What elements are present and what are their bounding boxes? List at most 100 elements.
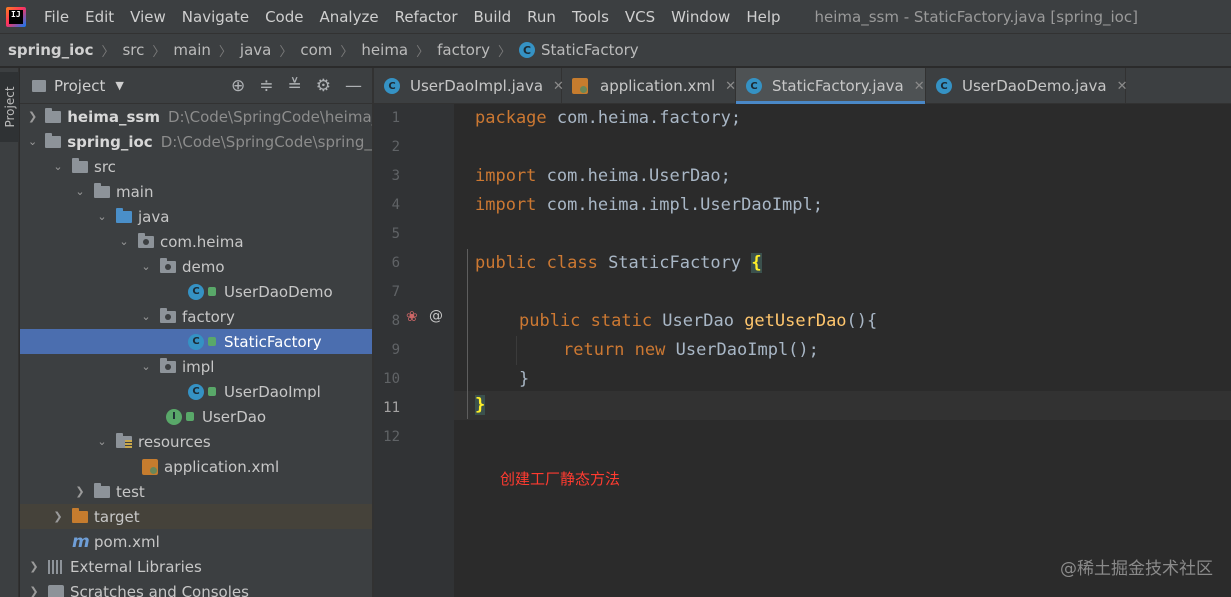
menu-refactor[interactable]: Refactor: [387, 8, 466, 26]
tree-item-label: application.xml: [164, 457, 280, 476]
tab-application-xml[interactable]: application.xml ✕: [562, 68, 736, 104]
menu-run[interactable]: Run: [519, 8, 564, 26]
chevron-down-icon[interactable]: ⌄: [118, 235, 130, 248]
chevron-right-icon[interactable]: ❯: [74, 485, 86, 498]
tree-item-pom-xml[interactable]: m pom.xml: [20, 529, 372, 554]
code-line-4: import com.heima.impl.UserDaoImpl;: [475, 191, 823, 220]
menu-analyze[interactable]: Analyze: [311, 8, 386, 26]
chevron-right-icon[interactable]: ❯: [28, 560, 40, 573]
project-panel-header: Project ▼ ⊕ ≑ ≚ ⚙ —: [20, 68, 372, 104]
tree-item-userdaodemo[interactable]: C UserDaoDemo: [20, 279, 372, 304]
collapse-all-icon[interactable]: ≚: [288, 76, 302, 96]
breadcrumb-heima[interactable]: heima: [361, 41, 408, 59]
breadcrumb-src[interactable]: src: [122, 41, 144, 59]
lock-icon: [208, 287, 216, 296]
project-tool-tab[interactable]: Project: [0, 72, 19, 142]
code-line-8: public static UserDao getUserDao(){: [519, 307, 877, 336]
breadcrumb-project[interactable]: spring_ioc: [8, 41, 93, 59]
tree-item-java[interactable]: ⌄ java: [20, 204, 372, 229]
locate-icon[interactable]: ⊕: [231, 76, 245, 96]
breadcrumb-factory[interactable]: factory: [437, 41, 490, 59]
menu-edit[interactable]: Edit: [77, 8, 122, 26]
tree-item-heima-ssm[interactable]: ❯ heima_ssm D:\Code\SpringCode\heima_: [20, 104, 372, 129]
chevron-right-icon: 〉: [497, 44, 511, 60]
tree-item-userdaoimpl[interactable]: C UserDaoImpl: [20, 379, 372, 404]
tree-item-staticfactory[interactable]: C StaticFactory: [20, 329, 372, 354]
chevron-down-icon[interactable]: ⌄: [28, 135, 37, 148]
breadcrumb-java[interactable]: java: [240, 41, 271, 59]
keyword: import: [475, 195, 547, 215]
close-icon[interactable]: ✕: [914, 79, 925, 94]
chevron-down-icon[interactable]: ⌄: [96, 435, 108, 448]
chevron-right-icon[interactable]: ❯: [52, 510, 64, 523]
menu-vcs[interactable]: VCS: [617, 8, 663, 26]
breadcrumb-staticfactory[interactable]: StaticFactory: [541, 41, 639, 59]
tree-item-com-heima[interactable]: ⌄ com.heima: [20, 229, 372, 254]
bean-icon[interactable]: ❀: [406, 309, 418, 325]
tree-item-label: resources: [138, 432, 211, 451]
project-panel-title[interactable]: Project: [54, 77, 105, 95]
menu-navigate[interactable]: Navigate: [174, 8, 257, 26]
chevron-down-icon[interactable]: ⌄: [52, 160, 64, 173]
chevron-right-icon[interactable]: ❯: [28, 110, 37, 123]
tree-item-scratches[interactable]: ❯ Scratches and Consoles: [20, 579, 372, 597]
code-text: com.heima.factory;: [556, 108, 742, 128]
spring-xml-icon: [572, 78, 588, 94]
chevron-down-icon[interactable]: ⌄: [140, 360, 152, 373]
line-number: 4: [391, 197, 400, 213]
class-icon: C: [188, 383, 204, 400]
gear-icon[interactable]: ⚙: [316, 76, 331, 96]
tree-item-label: spring_ioc: [67, 132, 153, 151]
breadcrumb-com[interactable]: com: [300, 41, 332, 59]
tab-userdaoimpl[interactable]: C UserDaoImpl.java ✕: [374, 68, 564, 104]
tree-item-target[interactable]: ❯ target: [20, 504, 372, 529]
tab-userdaodemo[interactable]: C UserDaoDemo.java ✕: [926, 68, 1128, 104]
menu-tools[interactable]: Tools: [564, 8, 617, 26]
method-name: getUserDao: [744, 311, 847, 331]
breadcrumb-main[interactable]: main: [173, 41, 210, 59]
tree-item-label: External Libraries: [70, 557, 202, 576]
line-number: 2: [391, 139, 400, 155]
excluded-folder-icon: [72, 507, 88, 523]
chevron-down-icon[interactable]: ⌄: [140, 260, 152, 273]
library-icon: [48, 559, 64, 574]
tab-staticfactory[interactable]: C StaticFactory.java ✕: [736, 68, 926, 104]
tree-item-userdao[interactable]: I UserDao: [20, 404, 372, 429]
menu-file[interactable]: File: [36, 8, 77, 26]
panel-toolbar: ⊕ ≑ ≚ ⚙ —: [231, 76, 372, 96]
tree-item-demo[interactable]: ⌄ demo: [20, 254, 372, 279]
hide-icon[interactable]: —: [345, 76, 362, 96]
menu-code[interactable]: Code: [257, 8, 311, 26]
close-icon[interactable]: ✕: [1117, 79, 1128, 94]
watermark: @稀土掘金技术社区: [1060, 559, 1213, 579]
code-line-6: public class StaticFactory {: [475, 249, 762, 278]
code-editor[interactable]: package com.heima.factory; import com.he…: [454, 104, 1231, 597]
scope-indicator: [467, 249, 468, 419]
caret-down-icon[interactable]: ▼: [115, 79, 123, 92]
tree-item-resources[interactable]: ⌄ resources: [20, 429, 372, 454]
tree-item-impl[interactable]: ⌄ impl: [20, 354, 372, 379]
menu-view[interactable]: View: [122, 8, 174, 26]
tree-item-spring-ioc[interactable]: ⌄ spring_ioc D:\Code\SpringCode\spring_i: [20, 129, 372, 154]
maven-icon: m: [72, 531, 90, 552]
tree-item-src[interactable]: ⌄ src: [20, 154, 372, 179]
tree-item-path: D:\Code\SpringCode\spring_i: [160, 132, 372, 151]
annotation-at-icon[interactable]: @: [429, 308, 443, 324]
tree-item-main[interactable]: ⌄ main: [20, 179, 372, 204]
chevron-down-icon[interactable]: ⌄: [96, 210, 108, 223]
tree-item-test[interactable]: ❯ test: [20, 479, 372, 504]
matched-brace: }: [475, 395, 486, 415]
chevron-down-icon[interactable]: ⌄: [140, 310, 152, 323]
menu-window[interactable]: Window: [663, 8, 738, 26]
chevron-down-icon[interactable]: ⌄: [74, 185, 86, 198]
tree-item-label: UserDaoImpl: [224, 382, 321, 401]
tree-item-label: UserDaoDemo: [224, 282, 333, 301]
tree-item-factory[interactable]: ⌄ factory: [20, 304, 372, 329]
menu-help[interactable]: Help: [738, 8, 788, 26]
menu-build[interactable]: Build: [466, 8, 520, 26]
close-icon[interactable]: ✕: [725, 79, 736, 94]
expand-all-icon[interactable]: ≑: [259, 76, 273, 96]
tree-item-application-xml[interactable]: application.xml: [20, 454, 372, 479]
chevron-right-icon[interactable]: ❯: [28, 585, 40, 597]
tree-item-external-libraries[interactable]: ❯ External Libraries: [20, 554, 372, 579]
